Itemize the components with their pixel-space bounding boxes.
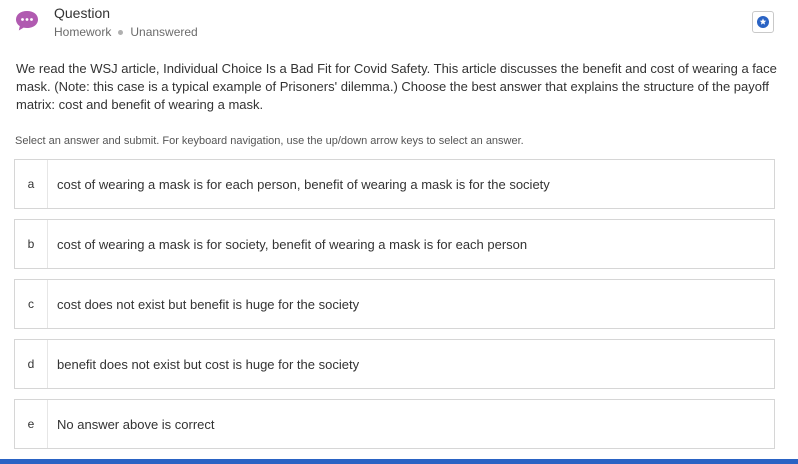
answer-option-e[interactable]: e No answer above is correct bbox=[14, 399, 775, 449]
option-letter: b bbox=[27, 237, 35, 251]
option-text: No answer above is correct bbox=[57, 416, 215, 432]
answer-option-b[interactable]: b cost of wearing a mask is for society,… bbox=[14, 219, 775, 269]
option-text: benefit does not exist but cost is huge … bbox=[57, 356, 360, 372]
bottom-accent-bar bbox=[0, 459, 798, 464]
option-text: cost of wearing a mask is for society, b… bbox=[57, 236, 528, 252]
option-letter: c bbox=[28, 297, 34, 311]
question-meta: Homework Unanswered bbox=[54, 25, 198, 39]
option-text: cost of wearing a mask is for each perso… bbox=[57, 176, 550, 192]
question-category: Homework bbox=[54, 25, 112, 39]
bookmark-button[interactable] bbox=[752, 11, 774, 33]
option-letter: e bbox=[27, 417, 35, 431]
answer-option-c[interactable]: c cost does not exist but benefit is hug… bbox=[14, 279, 775, 329]
option-letter: d bbox=[27, 357, 35, 371]
question-text: We read the WSJ article, Individual Choi… bbox=[16, 61, 777, 112]
answer-instructions: Select an answer and submit. For keyboar… bbox=[15, 135, 524, 147]
option-letter: a bbox=[27, 177, 35, 191]
star-badge-icon bbox=[757, 16, 769, 28]
question-title: Question bbox=[54, 5, 111, 21]
answer-option-d[interactable]: d benefit does not exist but cost is hug… bbox=[14, 339, 775, 389]
option-text: cost does not exist but benefit is huge … bbox=[57, 296, 360, 312]
meta-separator-dot bbox=[118, 29, 124, 35]
chat-bubble-ellipsis-icon bbox=[16, 11, 38, 31]
question-header: Question Homework Unanswered bbox=[0, 0, 798, 48]
answer-option-a[interactable]: a cost of wearing a mask is for each per… bbox=[14, 159, 775, 209]
answer-options: a cost of wearing a mask is for each per… bbox=[14, 159, 775, 459]
question-status: Unanswered bbox=[130, 25, 198, 39]
